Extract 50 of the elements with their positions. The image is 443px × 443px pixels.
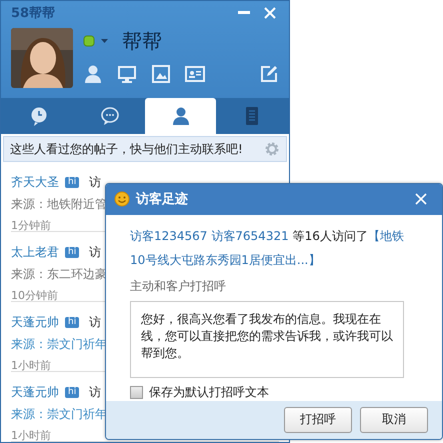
chat-badge[interactable]: hi	[65, 317, 80, 328]
smiley-icon	[114, 191, 130, 208]
time-text: 1分钟前	[11, 218, 51, 233]
visitor-name[interactable]: 天蓬元帅	[11, 384, 59, 401]
visitor-name[interactable]: 天蓬元帅	[11, 314, 59, 331]
notice-text: 这些人看过您的帖子，快与他们主动联系吧!	[10, 140, 244, 158]
image-icon	[151, 64, 171, 84]
monitor-button[interactable]	[117, 64, 137, 84]
dialog-button[interactable]: 打招呼	[284, 406, 352, 433]
visitor-name[interactable]: 太上老君	[11, 244, 59, 261]
visit-text: 访	[89, 314, 102, 331]
person-icon	[170, 106, 190, 126]
dialog-button[interactable]: 取消	[360, 406, 428, 433]
close-icon	[415, 193, 427, 206]
visit-text: 访	[89, 174, 102, 191]
time-text: 1小时前	[11, 358, 51, 373]
close-icon	[264, 7, 276, 19]
chat-badge[interactable]: hi	[65, 387, 80, 398]
visit-summary: 访客1234567 访客7654321 等16人访问了【地铁10号线大屯路东秀园1居便宜出...】	[130, 228, 404, 269]
visit-text: 访	[89, 244, 102, 261]
chat-badge[interactable]: hi	[65, 247, 80, 258]
greeting-label: 主动和客户打招呼	[130, 278, 227, 295]
image-button[interactable]	[151, 64, 171, 84]
status-icon	[83, 35, 95, 47]
monitor-icon	[117, 64, 137, 84]
id-card-button[interactable]	[185, 64, 205, 84]
person-icon	[83, 64, 103, 84]
clock-icon	[28, 106, 48, 126]
minimize-icon	[238, 11, 250, 15]
greeting-field[interactable]: 您好，很高兴您看了我发布的信息。我现在在线，您可以直接把您的需求告诉我，或许我可以帮到您。	[130, 300, 404, 378]
time-text: 1小时前	[11, 428, 51, 442]
id-card-icon	[185, 64, 205, 84]
chat-badge[interactable]: hi	[65, 177, 80, 188]
dialog-title: 访客足迹	[136, 190, 189, 208]
tab[interactable]	[145, 98, 216, 134]
caret-icon[interactable]	[101, 39, 108, 43]
visit-text: 访	[89, 384, 102, 401]
checkbox[interactable]	[130, 386, 143, 399]
settings-icon[interactable]	[264, 141, 280, 157]
source-text: 来源：地铁附近管	[11, 196, 107, 213]
chat-icon	[100, 106, 120, 126]
checkbox-label: 保存为默认打招呼文本	[149, 384, 269, 401]
edit-icon	[259, 64, 279, 84]
user-name: 帮帮	[122, 28, 162, 54]
app-title: 58帮帮	[11, 5, 56, 22]
avatar	[11, 28, 73, 88]
visitor-name[interactable]: 齐天大圣	[11, 174, 59, 191]
person-button[interactable]	[83, 64, 103, 84]
edit-button[interactable]	[259, 64, 279, 84]
time-text: 10分钟前	[11, 288, 58, 303]
